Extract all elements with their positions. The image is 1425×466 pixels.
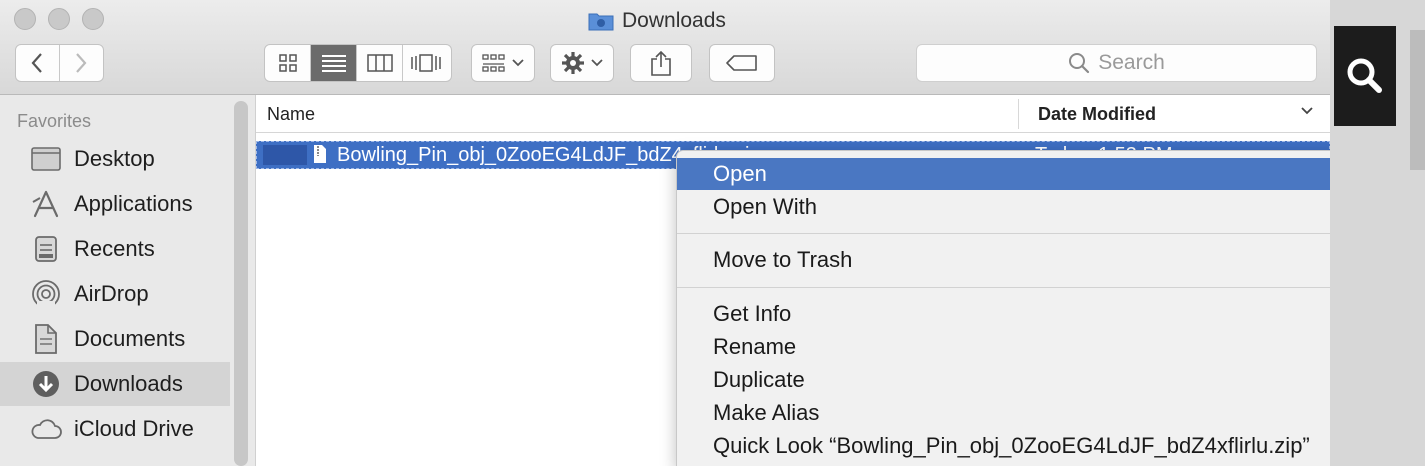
context-menu: Open Open With Move to Trash Get Info Re… bbox=[676, 150, 1330, 466]
menu-item-rename[interactable]: Rename bbox=[677, 331, 1330, 363]
sidebar-item-label: Recents bbox=[74, 236, 155, 261]
menu-item-label: Open bbox=[713, 161, 767, 186]
list-icon bbox=[321, 55, 346, 72]
chevron-right-icon bbox=[76, 53, 87, 73]
applications-icon bbox=[30, 189, 62, 219]
menu-item-get-info[interactable]: Get Info bbox=[677, 298, 1330, 330]
recents-icon bbox=[30, 234, 62, 264]
zip-file-icon bbox=[314, 145, 326, 163]
sidebar-scrollbar[interactable] bbox=[234, 101, 248, 466]
sidebar-item-recents[interactable]: Recents bbox=[0, 227, 230, 271]
sidebar-section-favorites: Favorites bbox=[17, 111, 92, 131]
column-divider[interactable] bbox=[1018, 99, 1019, 129]
chevron-down-icon bbox=[512, 59, 524, 67]
sidebar-item-label: AirDrop bbox=[74, 281, 149, 306]
tag-icon bbox=[726, 55, 757, 71]
background-strip bbox=[1410, 30, 1425, 170]
column-header: Name Date Modified bbox=[256, 95, 1330, 133]
date-modified-column-header[interactable]: Date Modified bbox=[1038, 104, 1156, 125]
minimize-button[interactable] bbox=[48, 8, 70, 30]
background-search-icon bbox=[1341, 50, 1387, 102]
list-view-button[interactable] bbox=[311, 45, 357, 81]
icloud-icon bbox=[30, 414, 62, 444]
zoom-button[interactable] bbox=[82, 8, 104, 30]
chevron-left-icon bbox=[31, 53, 43, 73]
name-column-header[interactable]: Name bbox=[267, 104, 315, 125]
chevron-down-icon bbox=[591, 59, 603, 67]
menu-item-label: Rename bbox=[713, 334, 797, 359]
action-button[interactable] bbox=[550, 44, 614, 82]
cover-flow-view-button[interactable] bbox=[403, 45, 449, 81]
arrange-icon bbox=[482, 54, 505, 72]
view-mode-control bbox=[264, 44, 452, 82]
sidebar-item-documents[interactable]: Documents bbox=[0, 317, 230, 361]
downloads-icon bbox=[30, 369, 62, 399]
sidebar-item-label: Applications bbox=[74, 191, 193, 216]
sidebar-item-label: iCloud Drive bbox=[74, 416, 194, 441]
sidebar-item-airdrop[interactable]: AirDrop bbox=[0, 272, 230, 316]
chevron-down-icon[interactable] bbox=[1300, 106, 1314, 116]
sidebar-item-desktop[interactable]: Desktop bbox=[0, 137, 230, 181]
search-field[interactable]: Search bbox=[916, 44, 1317, 82]
sidebar-item-downloads[interactable]: Downloads bbox=[0, 362, 230, 406]
disclosure-area bbox=[263, 145, 307, 165]
menu-item-open-with[interactable]: Open With bbox=[677, 191, 1330, 223]
edit-tags-button[interactable] bbox=[709, 44, 775, 82]
menu-item-move-to-trash[interactable]: Move to Trash bbox=[677, 244, 1330, 276]
menu-item-quick-look[interactable]: Quick Look “Bowling_Pin_obj_0ZooEG4LdJF_… bbox=[677, 430, 1330, 462]
menu-separator bbox=[677, 287, 1330, 288]
menu-item-open[interactable]: Open bbox=[677, 158, 1330, 190]
share-icon bbox=[651, 50, 671, 76]
back-button[interactable] bbox=[16, 45, 60, 81]
sidebar: Favorites Desktop Applications Recents A… bbox=[0, 95, 256, 466]
cover-flow-icon bbox=[411, 54, 441, 72]
search-placeholder: Search bbox=[1098, 51, 1165, 74]
share-button[interactable] bbox=[630, 44, 692, 82]
sidebar-item-label: Desktop bbox=[74, 146, 155, 171]
menu-item-label: Move to Trash bbox=[713, 247, 853, 272]
menu-separator bbox=[677, 233, 1330, 234]
grid-icon bbox=[278, 54, 297, 72]
desktop-icon bbox=[30, 144, 62, 174]
menu-item-label: Get Info bbox=[713, 301, 792, 326]
sidebar-item-label: Documents bbox=[74, 326, 186, 351]
arrange-button[interactable] bbox=[471, 44, 535, 82]
downloads-folder-icon bbox=[588, 13, 614, 31]
icon-view-button[interactable] bbox=[265, 45, 311, 81]
close-button[interactable] bbox=[14, 8, 36, 30]
menu-item-duplicate[interactable]: Duplicate bbox=[677, 364, 1330, 396]
menu-item-label: Duplicate bbox=[713, 367, 805, 392]
gear-icon bbox=[562, 52, 584, 74]
airdrop-icon bbox=[30, 279, 62, 309]
sidebar-item-label: Downloads bbox=[74, 371, 183, 396]
nav-buttons bbox=[15, 44, 104, 82]
menu-item-make-alias[interactable]: Make Alias bbox=[677, 397, 1330, 429]
search-icon bbox=[1069, 53, 1090, 74]
documents-icon bbox=[30, 324, 62, 354]
menu-item-label: Quick Look “Bowling_Pin_obj_0ZooEG4LdJF_… bbox=[713, 433, 1310, 458]
finder-window: Downloads Search Favorites Desktop Appli… bbox=[0, 0, 1330, 466]
sidebar-item-applications[interactable]: Applications bbox=[0, 182, 230, 226]
forward-button[interactable] bbox=[60, 45, 104, 81]
sidebar-item-icloud-drive[interactable]: iCloud Drive bbox=[0, 407, 230, 451]
title-bar: Downloads Search bbox=[0, 0, 1330, 95]
window-title: Downloads bbox=[588, 8, 726, 34]
window-title-text: Downloads bbox=[622, 9, 726, 32]
menu-item-label: Make Alias bbox=[713, 400, 820, 425]
menu-item-label: Open With bbox=[713, 194, 817, 219]
columns-icon bbox=[366, 54, 393, 72]
column-view-button[interactable] bbox=[357, 45, 403, 81]
